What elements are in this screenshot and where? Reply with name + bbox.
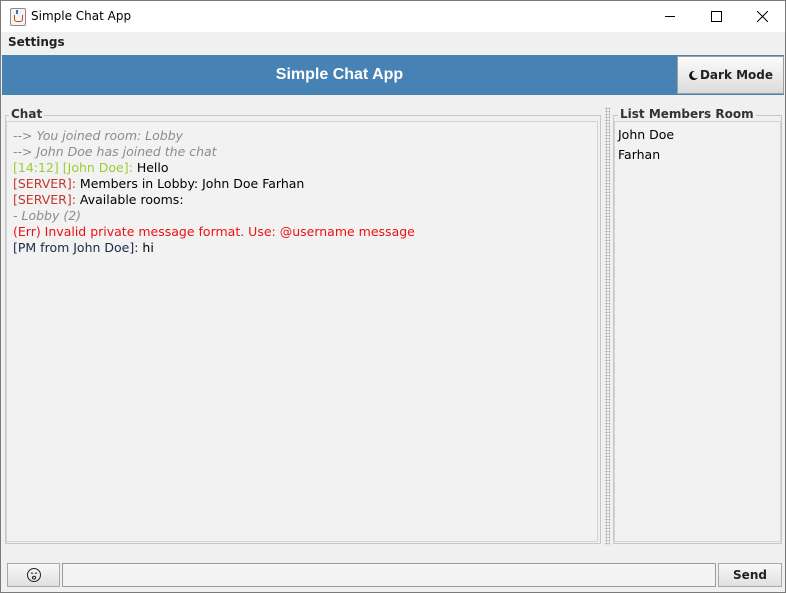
java-app-icon [10,8,26,26]
chat-line: - Lobby (2) [13,208,82,223]
message-sender: [SERVER]: [13,176,76,191]
menu-settings[interactable]: Settings [8,35,65,49]
minimize-button[interactable] [647,1,693,32]
chat-line: [SERVER]: Members in Lobby: John Doe Far… [13,176,597,192]
close-button[interactable] [739,1,785,32]
error-message: (Err) Invalid private message format. Us… [13,224,415,239]
maximize-icon [710,11,722,22]
message-input[interactable] [62,563,716,587]
message-text: Members in Lobby: John Doe Farhan [75,176,305,191]
message-sender: [14:12] [John Doe]: [13,160,133,175]
app-header: Simple Chat App Dark Mode [2,55,784,95]
send-label: Send [733,568,767,582]
maximize-button[interactable] [693,1,739,32]
message-text: hi [138,240,154,255]
window-title: Simple Chat App [31,9,132,23]
moon-icon [689,70,698,80]
dark-mode-button[interactable]: Dark Mode [677,56,784,94]
chat-line: --> John Doe has joined the chat [13,144,217,159]
chat-line: [14:12] [John Doe]: Hello [13,160,597,176]
smiley-face-icon [26,568,41,582]
dark-mode-label: Dark Mode [699,68,774,82]
member-item[interactable]: Farhan [618,147,780,167]
message-sender: [SERVER]: [13,192,76,207]
close-icon [756,11,768,22]
panel-splitter[interactable] [605,107,610,545]
emoji-button[interactable] [7,563,60,587]
chat-messages-area[interactable]: --> You joined room: Lobby --> John Doe … [6,121,598,542]
chat-line: [PM from John Doe]: hi [13,240,597,256]
chat-line: [SERVER]: Available rooms: [13,192,597,208]
member-item[interactable]: John Doe [618,127,780,147]
title-bar: Simple Chat App [1,1,785,32]
chat-line: --> You joined room: Lobby [13,128,184,143]
message-text: Hello [132,160,169,175]
send-button[interactable]: Send [718,563,782,587]
message-sender: [PM from John Doe]: [13,240,139,255]
members-legend: List Members Room [618,107,756,121]
chat-legend: Chat [9,107,45,121]
app-window: Simple Chat App Settings Simple Chat App… [0,0,786,593]
message-text: Available rooms: [75,192,184,207]
members-list: John Doe Farhan [614,121,781,542]
minimize-icon [665,16,675,17]
header-title: Simple Chat App [275,66,404,83]
menu-bar: Settings [1,32,785,53]
